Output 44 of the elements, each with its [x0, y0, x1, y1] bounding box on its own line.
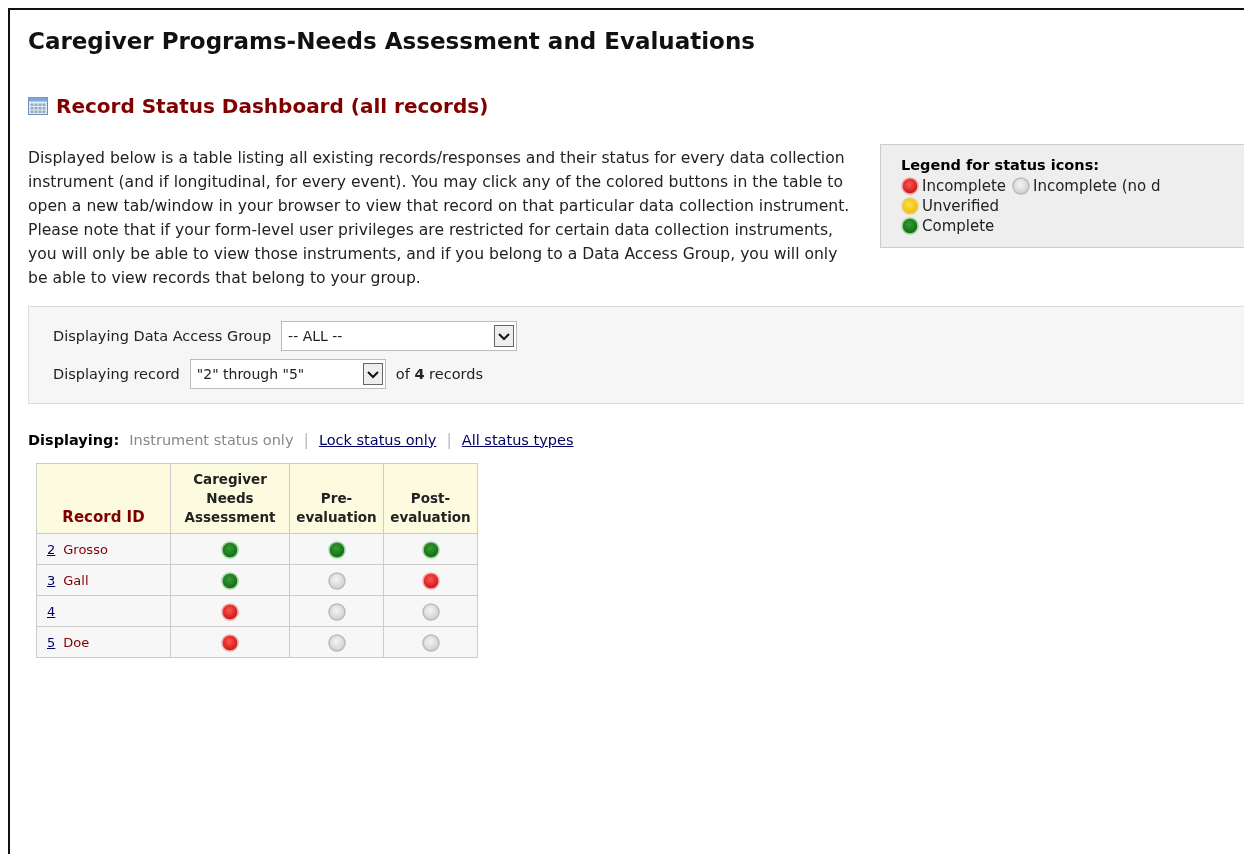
- complete-status-icon[interactable]: [221, 540, 239, 559]
- group-label: Displaying Data Access Group: [53, 328, 272, 344]
- complete-status-icon[interactable]: [221, 571, 239, 590]
- record-id-link[interactable]: 5: [47, 634, 56, 650]
- record-name: Doe: [63, 634, 90, 650]
- display-mode-link[interactable]: Instrument status only: [129, 431, 294, 448]
- record-id-link[interactable]: 4: [47, 603, 56, 619]
- table-icon: [28, 97, 48, 115]
- incomplete-status-icon[interactable]: [421, 571, 440, 590]
- separator: |: [303, 430, 309, 449]
- column-header: Post-evaluation: [383, 463, 478, 534]
- column-header: Caregiver Needs Assessment: [170, 463, 290, 534]
- empty-status-icon: [1012, 177, 1030, 195]
- legend-label: Incomplete: [922, 177, 1006, 195]
- record-id-link[interactable]: 2: [47, 541, 56, 557]
- description-text: Displayed below is a table listing all existing records/responses and their status for every data collection instrument (and if longitudinal, for every event). You may click any of the colored buttons in the table to open a new tab/window in your browser to view that record on that particular data collection instrument. Please note that if your form-level user privileges are restricted for certain data collection instruments, you will only be able to view those instruments, and if you belong to a Data Access Group, you will only be able to view records that belong to your group.: [28, 148, 851, 289]
- complete-status-icon[interactable]: [327, 540, 346, 559]
- column-header: Pre-evaluation: [289, 463, 384, 534]
- display-mode-link[interactable]: Lock status only: [318, 431, 437, 448]
- record-label: Displaying record: [53, 366, 180, 382]
- dashboard-title: Record Status Dashboard (all records): [56, 94, 489, 118]
- record-name: Gall: [63, 572, 89, 588]
- incomplete-status-icon[interactable]: [221, 633, 239, 652]
- unverified-status-icon: [901, 197, 919, 215]
- record-count: of 4 records: [395, 366, 483, 382]
- incomplete-status-icon: [901, 177, 919, 195]
- column-header: Record ID: [36, 463, 171, 534]
- legend-label: Incomplete (no d: [1033, 177, 1161, 195]
- dropdown-caret-icon[interactable]: [362, 363, 383, 385]
- complete-status-icon: [901, 217, 919, 235]
- display-label: Displaying:: [28, 431, 120, 448]
- record-name: Grosso: [63, 541, 108, 557]
- legend-label: Complete: [922, 217, 995, 235]
- separator: |: [446, 430, 452, 449]
- display-mode-link[interactable]: All status types: [461, 431, 574, 448]
- incomplete-status-icon[interactable]: [221, 602, 239, 621]
- record-select[interactable]: "2" through "5": [189, 359, 386, 389]
- legend-title: Legend for status icons:: [901, 157, 1101, 173]
- page-title: Caregiver Programs-Needs Assessment and Evaluations: [28, 28, 756, 54]
- record-id-link[interactable]: 3: [47, 572, 56, 588]
- legend-label: Unverified: [922, 197, 1000, 215]
- dropdown-caret-icon[interactable]: [494, 325, 515, 347]
- group-select[interactable]: -- ALL --: [281, 321, 518, 351]
- complete-status-icon[interactable]: [421, 540, 440, 559]
